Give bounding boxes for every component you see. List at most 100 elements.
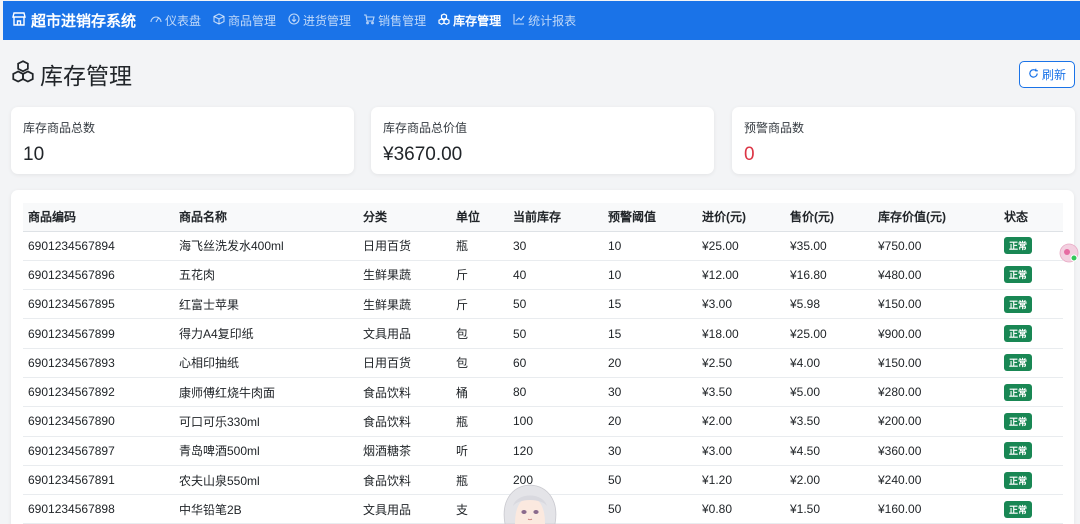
cell-name: 心相印抽纸 <box>174 348 358 378</box>
nav-purchase[interactable]: 进货管理 <box>288 12 351 29</box>
cell-name: 海飞丝洗发水400ml <box>174 231 358 261</box>
cell-unit: 包 <box>451 318 508 349</box>
nav-dashboard[interactable]: 仪表盘 <box>150 12 201 29</box>
boxes-icon <box>438 13 453 28</box>
refresh-label: 刷新 <box>1041 68 1066 82</box>
cell-name: 农夫山泉550ml <box>174 465 358 496</box>
cell-threshold: 15 <box>603 318 697 349</box>
status-cell: 正常 <box>999 494 1063 524</box>
cell-stock: 30 <box>508 231 603 261</box>
cell-threshold: 15 <box>603 289 697 320</box>
cell-name: 可口可乐330ml <box>174 406 358 437</box>
cell-cost: ¥0.80 <box>697 494 785 524</box>
cell-unit: 包 <box>451 348 508 378</box>
table-row[interactable]: 6901234567893 心相印抽纸 日用百货包 60 20 ¥2.50 ¥4.00 ¥15… <box>23 348 1063 378</box>
cell-name: 康师傅红烧牛肉面 <box>174 377 358 408</box>
nav-products[interactable]: 商品管理 <box>213 12 276 29</box>
status-badge: 正常 <box>1004 266 1033 284</box>
header-col-threshold: 预警阈值 <box>603 203 697 232</box>
stat-label: 库存商品总价值 <box>383 121 468 135</box>
cell-stock: 50 <box>508 318 603 349</box>
table-row[interactable]: 6901234567890 可口可乐330ml 食品饮料瓶 100 20 ¥2.00 ¥3.… <box>23 406 1063 437</box>
nav-reports[interactable]: 统计报表 <box>513 12 576 29</box>
cell-price: ¥4.00 <box>785 348 873 378</box>
cell-cost: ¥25.00 <box>697 231 785 261</box>
status-cell: 正常 <box>999 465 1063 496</box>
cell-price: ¥3.50 <box>785 406 873 437</box>
table-row[interactable]: 6901234567894 海飞丝洗发水400ml 日用百货瓶 30 10 ¥25.00 ¥… <box>23 231 1063 261</box>
status-cell: 正常 <box>999 260 1063 291</box>
nav-sales[interactable]: 销售管理 <box>363 12 426 29</box>
cell-value: ¥200.00 <box>873 406 999 437</box>
status-cell: 正常 <box>999 436 1063 466</box>
cell-price: ¥2.00 <box>785 465 873 496</box>
cell-stock: 120 <box>508 436 603 466</box>
cell-code: 6901234567898 <box>23 494 174 524</box>
stat-value: 10 <box>23 144 45 165</box>
cell-threshold: 10 <box>603 260 697 291</box>
header-col-stock: 当前库存 <box>508 203 603 232</box>
stat-label: 库存商品总数 <box>23 121 96 135</box>
cell-price: ¥5.98 <box>785 289 873 320</box>
cell-name: 得力A4复印纸 <box>174 318 358 349</box>
cell-cost: ¥1.20 <box>697 465 785 496</box>
floating-assistant-icon[interactable] <box>1059 243 1079 263</box>
status-badge: 正常 <box>1004 442 1033 460</box>
header-col-unit: 单位 <box>451 203 508 232</box>
status-cell: 正常 <box>999 377 1063 408</box>
nav-inventory[interactable]: 库存管理 <box>438 12 501 29</box>
status-cell: 正常 <box>999 289 1063 320</box>
cell-threshold: 50 <box>603 494 697 524</box>
cell-stock: 50 <box>508 289 603 320</box>
cell-threshold: 30 <box>603 377 697 408</box>
cell-value: ¥280.00 <box>873 377 999 408</box>
stat-value: ¥3670.00 <box>383 144 463 165</box>
cell-value: ¥240.00 <box>873 465 999 496</box>
refresh-button[interactable]: 刷新 <box>1019 61 1075 88</box>
status-badge: 正常 <box>1004 383 1033 401</box>
page-header: 库存管理 <box>10 57 132 91</box>
boxes-icon <box>10 59 36 90</box>
status-cell: 正常 <box>999 318 1063 349</box>
header-col-status: 状态 <box>999 203 1063 232</box>
status-badge: 正常 <box>1004 500 1033 518</box>
nav-purchase-label: 进货管理 <box>303 14 352 28</box>
dashboard-icon <box>150 13 165 28</box>
status-cell: 正常 <box>999 406 1063 437</box>
table-row[interactable]: 6901234567892 康师傅红烧牛肉面 食品饮料桶 80 30 ¥3.50 ¥5.00… <box>23 377 1063 408</box>
cell-code: 6901234567893 <box>23 348 174 378</box>
cell-cost: ¥18.00 <box>697 318 785 349</box>
nav-sales-label: 销售管理 <box>378 14 427 28</box>
table-row[interactable]: 6901234567899 得力A4复印纸 文具用品包 50 15 ¥18.00 ¥25.0… <box>23 318 1063 349</box>
table-row[interactable]: 6901234567897 青岛啤酒500ml 烟酒糖茶听 120 30 ¥3.00 ¥4.… <box>23 436 1063 466</box>
mascot-image <box>497 482 563 524</box>
cell-stock: 40 <box>508 260 603 291</box>
cart-icon <box>363 13 378 28</box>
brand[interactable]: 超市进销存系统 <box>11 10 136 31</box>
cell-cost: ¥3.00 <box>697 436 785 466</box>
cell-value: ¥900.00 <box>873 318 999 349</box>
cell-price: ¥16.80 <box>785 260 873 291</box>
cell-name: 青岛啤酒500ml <box>174 436 358 466</box>
cell-cost: ¥2.50 <box>697 348 785 378</box>
cell-unit: 瓶 <box>451 231 508 261</box>
cell-stock: 100 <box>508 406 603 437</box>
status-badge: 正常 <box>1004 237 1033 255</box>
table-row[interactable]: 6901234567896 五花肉 生鲜果蔬斤 40 10 ¥12.00 ¥16.80 ¥48… <box>23 260 1063 291</box>
cell-threshold: 30 <box>603 436 697 466</box>
nav-dashboard-label: 仪表盘 <box>165 14 202 28</box>
cell-category: 食品饮料 <box>358 465 451 496</box>
chart-icon <box>513 13 528 28</box>
cell-category: 食品饮料 <box>358 406 451 437</box>
app-title: 超市进销存系统 <box>31 13 137 30</box>
cell-price: ¥1.50 <box>785 494 873 524</box>
header-col-category: 分类 <box>358 203 451 232</box>
store-icon <box>11 11 31 31</box>
inventory-table-card: 商品编码 商品名称 分类 单位 当前库存 预警阈值 进价(元) 售价(元) 库存价值(元) 状态 … <box>11 190 1074 524</box>
header-col-code: 商品编码 <box>23 203 174 232</box>
cell-unit: 斤 <box>451 289 508 320</box>
cell-category: 生鲜果蔬 <box>358 289 451 320</box>
table-row[interactable]: 6901234567895 红富士苹果 生鲜果蔬斤 50 15 ¥3.00 ¥5.98 ¥15… <box>23 289 1063 320</box>
stat-value: 0 <box>744 144 755 165</box>
stat-card-total-value: 库存商品总价值 ¥3670.00 <box>371 107 714 174</box>
